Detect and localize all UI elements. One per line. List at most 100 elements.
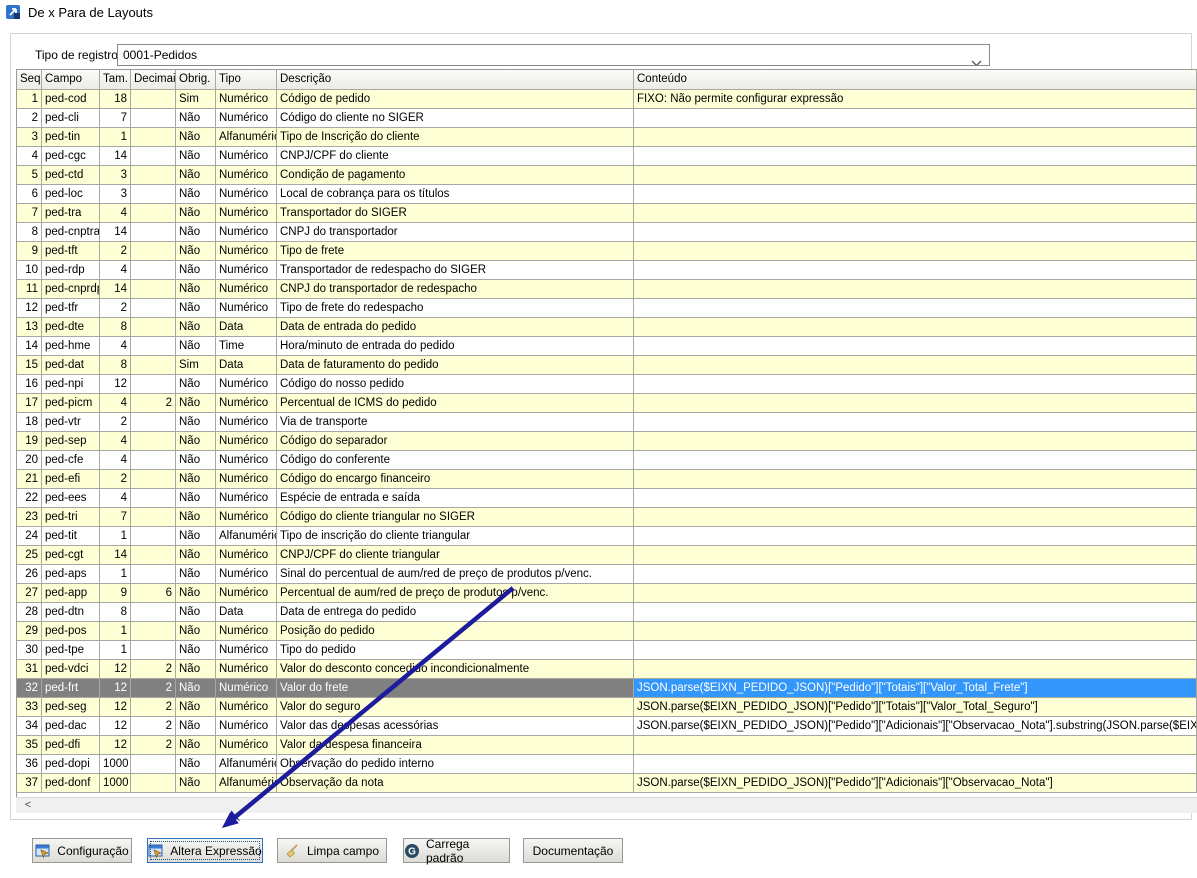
cell-tam[interactable]: 9 (100, 584, 131, 603)
cell-obrig[interactable]: Não (176, 299, 216, 318)
cell-obrig[interactable]: Sim (176, 90, 216, 109)
cell-tam[interactable]: 4 (100, 451, 131, 470)
cell-conteudo[interactable] (634, 261, 1197, 280)
cell-descricao[interactable]: Valor das despesas acessórias (277, 717, 634, 736)
cell-obrig[interactable]: Não (176, 185, 216, 204)
cell-obrig[interactable]: Não (176, 774, 216, 793)
cell-conteudo[interactable] (634, 736, 1197, 755)
cell-decimais[interactable] (131, 413, 176, 432)
cell-conteudo[interactable] (634, 546, 1197, 565)
cell-conteudo[interactable] (634, 204, 1197, 223)
cell-tipo[interactable]: Alfanumérico (216, 128, 277, 147)
table-row[interactable]: 8 ped-cnptra 14 Não Numérico CNPJ do tra… (17, 223, 1197, 242)
cell-tipo[interactable]: Numérico (216, 166, 277, 185)
cell-seq[interactable]: 11 (17, 280, 42, 299)
cell-tipo[interactable]: Numérico (216, 622, 277, 641)
cell-conteudo[interactable] (634, 375, 1197, 394)
cell-campo[interactable]: ped-app (42, 584, 100, 603)
cell-descricao[interactable]: Valor da despesa financeira (277, 736, 634, 755)
cell-tipo[interactable]: Numérico (216, 679, 277, 698)
cell-tipo[interactable]: Numérico (216, 413, 277, 432)
cell-tam[interactable]: 12 (100, 375, 131, 394)
cell-obrig[interactable]: Não (176, 413, 216, 432)
cell-decimais[interactable] (131, 774, 176, 793)
cell-tipo[interactable]: Alfanumérico (216, 774, 277, 793)
cell-campo[interactable]: ped-dopi (42, 755, 100, 774)
cell-seq[interactable]: 37 (17, 774, 42, 793)
cell-tipo[interactable]: Data (216, 356, 277, 375)
cell-campo[interactable]: ped-dac (42, 717, 100, 736)
table-row[interactable]: 34 ped-dac 12 2 Não Numérico Valor das d… (17, 717, 1197, 736)
limpa-campo-button[interactable]: Limpa campo (277, 838, 387, 863)
cell-decimais[interactable]: 2 (131, 717, 176, 736)
cell-decimais[interactable] (131, 337, 176, 356)
cell-decimais[interactable] (131, 375, 176, 394)
table-row[interactable]: 7 ped-tra 4 Não Numérico Transportador d… (17, 204, 1197, 223)
cell-tipo[interactable]: Time (216, 337, 277, 356)
cell-obrig[interactable]: Não (176, 470, 216, 489)
cell-seq[interactable]: 31 (17, 660, 42, 679)
cell-campo[interactable]: ped-tin (42, 128, 100, 147)
cell-tipo[interactable]: Numérico (216, 242, 277, 261)
cell-obrig[interactable]: Não (176, 489, 216, 508)
cell-tipo[interactable]: Numérico (216, 90, 277, 109)
cell-obrig[interactable]: Não (176, 147, 216, 166)
table-row[interactable]: 31 ped-vdci 12 2 Não Numérico Valor do d… (17, 660, 1197, 679)
cell-campo[interactable]: ped-tri (42, 508, 100, 527)
table-row[interactable]: 11 ped-cnprdp 14 Não Numérico CNPJ do tr… (17, 280, 1197, 299)
cell-obrig[interactable]: Não (176, 679, 216, 698)
cell-conteudo[interactable] (634, 413, 1197, 432)
cell-decimais[interactable] (131, 90, 176, 109)
cell-decimais[interactable] (131, 356, 176, 375)
table-row[interactable]: 35 ped-dfi 12 2 Não Numérico Valor da de… (17, 736, 1197, 755)
cell-obrig[interactable]: Não (176, 432, 216, 451)
cell-tipo[interactable]: Numérico (216, 489, 277, 508)
cell-campo[interactable]: ped-dfi (42, 736, 100, 755)
cell-decimais[interactable] (131, 109, 176, 128)
cell-seq[interactable]: 19 (17, 432, 42, 451)
cell-obrig[interactable]: Não (176, 546, 216, 565)
cell-decimais[interactable] (131, 470, 176, 489)
cell-tipo[interactable]: Data (216, 318, 277, 337)
cell-conteudo[interactable] (634, 166, 1197, 185)
cell-seq[interactable]: 36 (17, 755, 42, 774)
cell-tam[interactable]: 12 (100, 679, 131, 698)
cell-campo[interactable]: ped-cgc (42, 147, 100, 166)
cell-decimais[interactable]: 6 (131, 584, 176, 603)
cell-campo[interactable]: ped-hme (42, 337, 100, 356)
cell-tam[interactable]: 2 (100, 470, 131, 489)
cell-obrig[interactable]: Não (176, 622, 216, 641)
table-horizontal-scrollbar[interactable]: < (16, 797, 1197, 813)
cell-tam[interactable]: 3 (100, 166, 131, 185)
cell-obrig[interactable]: Não (176, 375, 216, 394)
cell-tipo[interactable]: Numérico (216, 299, 277, 318)
table-row[interactable]: 36 ped-dopi 1000 Não Alfanumérico Observ… (17, 755, 1197, 774)
table-row[interactable]: 24 ped-tit 1 Não Alfanumérico Tipo de in… (17, 527, 1197, 546)
cell-tam[interactable]: 14 (100, 546, 131, 565)
cell-campo[interactable]: ped-tpe (42, 641, 100, 660)
cell-tam[interactable]: 1 (100, 622, 131, 641)
cell-tam[interactable]: 4 (100, 204, 131, 223)
table-row[interactable]: 33 ped-seg 12 2 Não Numérico Valor do se… (17, 698, 1197, 717)
cell-conteudo[interactable] (634, 318, 1197, 337)
cell-descricao[interactable]: Transportador do SIGER (277, 204, 634, 223)
cell-descricao[interactable]: Hora/minuto de entrada do pedido (277, 337, 634, 356)
cell-conteudo[interactable] (634, 337, 1197, 356)
cell-seq[interactable]: 20 (17, 451, 42, 470)
cell-tipo[interactable]: Alfanumérico (216, 527, 277, 546)
table-row[interactable]: 2 ped-cli 7 Não Numérico Código do clien… (17, 109, 1197, 128)
table-row[interactable]: 16 ped-npi 12 Não Numérico Código do nos… (17, 375, 1197, 394)
cell-tipo[interactable]: Numérico (216, 660, 277, 679)
cell-seq[interactable]: 25 (17, 546, 42, 565)
cell-conteudo[interactable] (634, 280, 1197, 299)
cell-decimais[interactable]: 2 (131, 698, 176, 717)
cell-obrig[interactable]: Não (176, 717, 216, 736)
cell-seq[interactable]: 32 (17, 679, 42, 698)
cell-descricao[interactable]: CNPJ/CPF do cliente triangular (277, 546, 634, 565)
cell-tipo[interactable]: Numérico (216, 736, 277, 755)
cell-tam[interactable]: 1 (100, 527, 131, 546)
cell-obrig[interactable]: Não (176, 242, 216, 261)
cell-seq[interactable]: 35 (17, 736, 42, 755)
table-row[interactable]: 37 ped-donf 1000 Não Alfanumérico Observ… (17, 774, 1197, 793)
cell-conteudo[interactable] (634, 451, 1197, 470)
